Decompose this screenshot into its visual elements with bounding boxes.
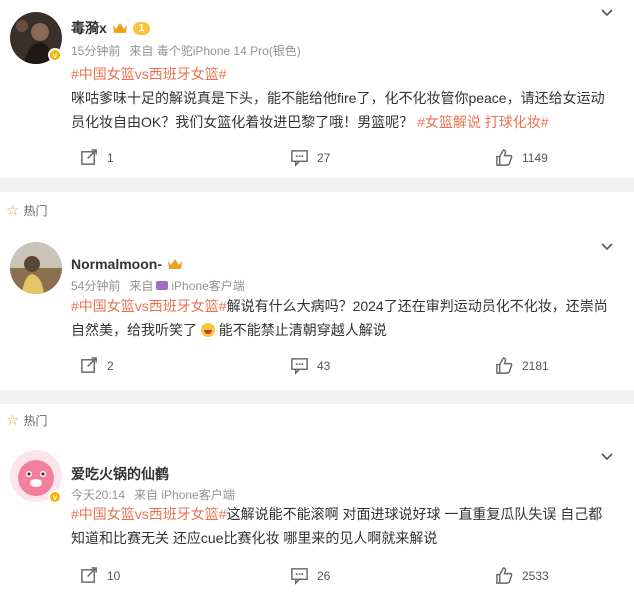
like-count: 2533 bbox=[522, 568, 549, 583]
action-bar: 1 27 1149 bbox=[0, 148, 634, 170]
like-button[interactable]: 1149 bbox=[495, 148, 548, 167]
laugh-emoji-icon bbox=[200, 323, 215, 337]
share-button[interactable]: 2 bbox=[80, 356, 114, 375]
chevron-down-icon[interactable] bbox=[600, 240, 614, 254]
share-button[interactable]: 10 bbox=[80, 566, 120, 585]
action-bar: 2 43 2181 bbox=[0, 356, 634, 378]
chevron-down-icon[interactable] bbox=[600, 450, 614, 464]
comment-icon bbox=[291, 150, 308, 167]
share-icon bbox=[81, 357, 97, 373]
comment-count: 26 bbox=[317, 568, 331, 583]
share-icon bbox=[81, 567, 97, 583]
source-label: 来自 bbox=[129, 279, 154, 293]
comment-text: #中国女篮vs西班牙女篮#这解说能不能滚啊 对面进球说好球 一直重复瓜队失误 自… bbox=[71, 502, 611, 550]
comment-button[interactable]: 27 bbox=[290, 148, 330, 167]
star-icon: ☆ bbox=[6, 412, 20, 429]
action-bar: 10 26 2533 bbox=[0, 566, 634, 588]
username[interactable]: 爱吃火锅的仙鹤 bbox=[71, 464, 169, 484]
verified-badge-icon: v bbox=[48, 48, 62, 62]
timestamp: 15分钟前 bbox=[71, 44, 121, 58]
share-count: 10 bbox=[107, 568, 121, 583]
like-button[interactable]: 2181 bbox=[495, 356, 549, 375]
comment-card: ☆ 热门 v 爱吃火锅的仙鹤 今天20:14 来自 iPhone客户端 #中国女… bbox=[0, 404, 634, 593]
topic-link[interactable]: #女篮解说 打球化妆# bbox=[417, 114, 548, 130]
comment-body-tail: 能不能禁止清朝穿越人解说 bbox=[218, 322, 387, 338]
like-count: 1149 bbox=[522, 150, 548, 165]
share-count: 1 bbox=[107, 150, 114, 165]
comment-count: 27 bbox=[317, 150, 331, 165]
hot-label: ☆ 热门 bbox=[6, 412, 48, 429]
comment-text: #中国女篮vs西班牙女篮#解说有什么大病吗？2024了还在审判运动员化不化妆，还… bbox=[71, 294, 611, 342]
crown-icon bbox=[112, 21, 128, 35]
avatar[interactable] bbox=[10, 242, 62, 294]
comment-button[interactable]: 26 bbox=[290, 566, 330, 585]
like-icon bbox=[496, 149, 513, 166]
share-button[interactable]: 1 bbox=[80, 148, 114, 167]
username[interactable]: 毒漪x bbox=[71, 18, 107, 38]
device-label: iPhone客户端 bbox=[171, 279, 245, 293]
like-icon bbox=[496, 567, 513, 584]
comment-card: ☆ 热门 Normalmoon- 54分钟前 来自 iPhone客户端 #中国女… bbox=[0, 192, 634, 390]
comment-count: 43 bbox=[317, 358, 331, 373]
comment-card: v 毒漪x 1 15分钟前 来自 毒个驼iPhone 14 Pro(银色) #中… bbox=[0, 0, 634, 178]
star-icon: ☆ bbox=[6, 202, 20, 219]
timestamp: 54分钟前 bbox=[71, 279, 121, 293]
weibo-vip-icon bbox=[156, 281, 169, 290]
comment-icon bbox=[291, 568, 308, 585]
share-icon bbox=[81, 149, 97, 165]
chevron-down-icon[interactable] bbox=[600, 6, 614, 20]
member-badge-icon bbox=[167, 257, 183, 271]
comment-button[interactable]: 43 bbox=[290, 356, 330, 375]
topic-link[interactable]: #中国女篮vs西班牙女篮# bbox=[71, 298, 227, 314]
like-icon bbox=[496, 357, 513, 374]
like-count: 2181 bbox=[522, 358, 549, 373]
timestamp: 今天20:14 bbox=[71, 488, 126, 502]
topic-link[interactable]: #中国女篮vs西班牙女篮# bbox=[71, 66, 227, 82]
verified-badge-icon: v bbox=[48, 490, 62, 504]
source-label: 来自 毒个驼iPhone 14 Pro(银色) bbox=[129, 44, 301, 58]
topic-link[interactable]: #中国女篮vs西班牙女篮# bbox=[71, 506, 227, 522]
comment-icon bbox=[291, 358, 308, 375]
comment-text: #中国女篮vs西班牙女篮# 咪咕爹味十足的解说真是下头，能不能给他fire了，化… bbox=[71, 62, 611, 134]
source-label: 来自 iPhone客户端 bbox=[134, 488, 235, 502]
share-count: 2 bbox=[107, 358, 114, 373]
like-button[interactable]: 2533 bbox=[495, 566, 549, 585]
hot-label: ☆ 热门 bbox=[6, 202, 48, 219]
username[interactable]: Normalmoon- bbox=[71, 256, 162, 272]
level-badge: 1 bbox=[132, 21, 151, 35]
